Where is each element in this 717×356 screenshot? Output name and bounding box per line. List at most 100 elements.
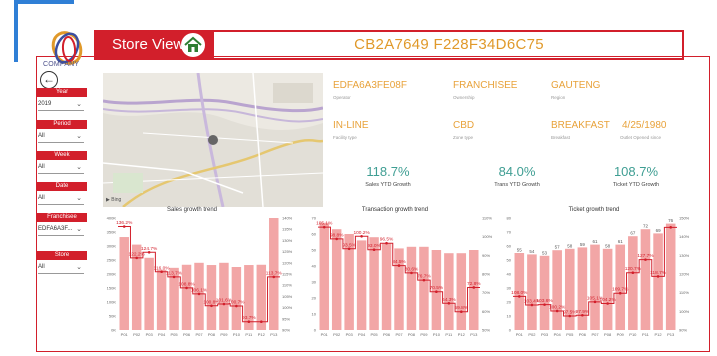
left-tick-label: 10	[312, 312, 317, 317]
home-button[interactable]	[181, 33, 205, 57]
bar[interactable]	[144, 257, 154, 330]
growth-label: 105.1%	[316, 221, 333, 227]
bar[interactable]	[181, 264, 192, 330]
bar[interactable]	[219, 262, 229, 330]
bar-value-label: 61	[618, 239, 624, 244]
left-tick-label: 0	[314, 328, 317, 333]
ownership-value: FRANCHISEE	[453, 80, 518, 91]
week-dropdown[interactable]: All ⌄	[38, 162, 84, 174]
bar[interactable]	[602, 248, 613, 330]
chevron-down-icon: ⌄	[76, 133, 82, 140]
bar[interactable]	[381, 243, 392, 330]
category-tick-label: P10	[629, 332, 637, 337]
category-tick-label: P06	[579, 332, 587, 337]
right-tick-label: 100%	[679, 309, 690, 314]
category-tick-label: P02	[528, 332, 536, 337]
bar-value-label: 53	[542, 250, 548, 255]
sales-chart-title: Sales growth trend	[166, 207, 218, 213]
left-tick-label: 40	[507, 272, 512, 277]
zone-label: Zone type	[453, 135, 474, 140]
category-tick-label: P12	[258, 332, 266, 337]
growth-point[interactable]	[669, 226, 672, 229]
bar[interactable]	[194, 262, 204, 330]
growth-label: 80.6%	[405, 266, 419, 272]
left-tick-label: 0K	[111, 328, 116, 333]
category-tick-label: P04	[554, 332, 562, 337]
bar[interactable]	[564, 248, 575, 330]
bar[interactable]	[527, 254, 537, 330]
bar[interactable]	[319, 222, 329, 330]
left-tick-label: 40	[312, 264, 317, 269]
ownership-label: Ownership	[453, 95, 475, 100]
bar[interactable]	[456, 253, 467, 330]
right-tick-label: 150%	[679, 216, 690, 221]
sales-ytd-growth-value: 118.7%	[366, 164, 410, 179]
bar[interactable]	[156, 269, 167, 330]
category-tick-label: P10	[433, 332, 441, 337]
growth-label: 104.2%	[599, 297, 616, 303]
category-tick-label: P13	[667, 332, 675, 337]
category-tick-label: P03	[346, 332, 354, 337]
right-tick-label: 130%	[282, 238, 293, 243]
bar[interactable]	[256, 264, 267, 330]
opened-value: 4/25/1980	[622, 120, 667, 131]
bar[interactable]	[552, 250, 562, 330]
period-dropdown[interactable]: All ⌄	[38, 131, 84, 143]
category-tick-label: P07	[195, 332, 203, 337]
bar[interactable]	[577, 247, 588, 330]
ticket-growth-chart: 0 10 20 30 40 50 60 70 80 90% 100% 110% 120% 130% 140%…	[507, 216, 690, 338]
bar[interactable]	[665, 223, 676, 330]
right-tick-label: 50%	[482, 328, 490, 333]
back-arrow-icon[interactable]: ←	[40, 71, 58, 89]
category-tick-label: P13	[270, 332, 278, 337]
category-tick-label: P05	[171, 332, 179, 337]
bar[interactable]	[539, 255, 550, 330]
growth-label: 120.7%	[625, 266, 642, 272]
growth-label: 116.0%	[154, 265, 171, 271]
category-tick-label: P08	[408, 332, 416, 337]
corner-accent-horizontal	[14, 0, 74, 4]
growth-label: 124.7%	[141, 246, 158, 252]
growth-label: 93.5%	[342, 242, 356, 248]
bar[interactable]	[628, 236, 638, 330]
period-value: All	[38, 133, 45, 139]
bar-value-label: 67	[630, 231, 636, 236]
left-tick-label: 30	[312, 280, 317, 285]
left-tick-label: 250K	[107, 258, 117, 263]
bar[interactable]	[119, 237, 129, 330]
bar[interactable]	[590, 244, 600, 330]
bar[interactable]	[369, 237, 379, 330]
store-location-map[interactable]: ▶ Bing	[103, 73, 323, 207]
date-dropdown[interactable]: All ⌄	[38, 193, 84, 205]
growth-label: 100.7%	[228, 300, 245, 306]
bar[interactable]	[356, 240, 367, 330]
bar[interactable]	[419, 246, 429, 330]
right-tick-label: 90%	[679, 328, 687, 333]
growth-label: 98.8%	[330, 232, 344, 238]
bar-value-label: 69	[656, 228, 662, 233]
category-tick-label: P06	[383, 332, 391, 337]
breakfast-value: BREAKFAST	[551, 120, 610, 131]
bar[interactable]	[640, 229, 651, 330]
bar[interactable]	[331, 229, 342, 330]
bar[interactable]	[444, 253, 454, 330]
ticket-ytd-growth-value: 108.7%	[613, 164, 659, 179]
franchisee-dropdown[interactable]: EDFA6A3F... ⌄	[38, 224, 84, 236]
growth-label: 84.5%	[392, 259, 406, 265]
bar[interactable]	[469, 250, 479, 330]
category-tick-label: P05	[371, 332, 379, 337]
store-dropdown[interactable]: All ⌄	[38, 262, 84, 274]
bar[interactable]	[231, 267, 242, 330]
growth-label: 136.2%	[116, 220, 133, 226]
ticket-chart-title: Ticket growth trend	[568, 207, 620, 213]
corner-accent-vertical	[14, 0, 18, 62]
bar-value-label: 54	[529, 249, 535, 254]
growth-point[interactable]	[260, 320, 263, 324]
category-tick-label: P11	[445, 332, 453, 337]
bar[interactable]	[406, 246, 417, 330]
home-icon	[184, 36, 202, 52]
bar[interactable]	[653, 233, 663, 330]
year-dropdown[interactable]: 2019 ⌄	[38, 99, 84, 111]
bar[interactable]	[206, 265, 217, 330]
growth-label: 76.7%	[417, 274, 431, 280]
